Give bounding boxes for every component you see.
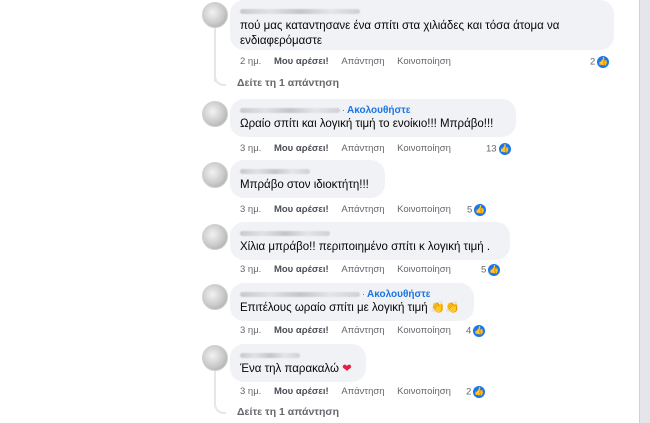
reaction-number: 13	[486, 143, 497, 155]
comment-actions: 3 ημ. Μου αρέσει! Απάντηση Κοινοποίηση	[240, 203, 451, 217]
reply-button[interactable]: Απάντηση	[341, 203, 384, 217]
follow-link[interactable]: Ακολουθήστε	[367, 289, 431, 300]
like-icon: 👍	[487, 263, 502, 277]
like-button[interactable]: Μου αρέσει!	[274, 263, 329, 277]
comment-text: Χίλια μπράβο!! περιποιημένο σπίτι κ λογι…	[240, 241, 491, 253]
reply-button[interactable]: Απάντηση	[341, 55, 384, 69]
separator-dot: ·	[362, 289, 365, 299]
share-button[interactable]: Κοινοποίηση	[397, 324, 451, 338]
comment-bubble: Μπράβο στον ιδιοκτήτη!!!	[230, 160, 385, 198]
author-name[interactable]	[240, 5, 604, 18]
comment-actions: 3 ημ. Μου αρέσει! Απάντηση Κοινοποίηση	[240, 385, 451, 399]
like-icon: 👍	[497, 142, 512, 156]
comment-bubble: · Ακολουθήστε Επιτέλους ωραίο σπίτι με λο…	[230, 283, 474, 321]
comment-time[interactable]: 3 ημ.	[240, 203, 261, 217]
like-button[interactable]: Μου αρέσει!	[274, 203, 329, 217]
comment-time[interactable]: 3 ημ.	[240, 142, 261, 156]
like-button[interactable]: Μου αρέσει!	[274, 324, 329, 338]
comment-actions: 3 ημ. Μου αρέσει! Απάντηση Κοινοποίηση	[240, 263, 451, 277]
author-name[interactable]	[240, 165, 375, 178]
like-button[interactable]: Μου αρέσει!	[274, 55, 329, 69]
author-name-blurred[interactable]	[240, 291, 360, 297]
reaction-number: 5	[467, 204, 473, 216]
heart-icon: ❤	[342, 363, 352, 375]
like-button[interactable]: Μου αρέσει!	[274, 142, 329, 156]
like-icon: 👍	[596, 55, 611, 69]
comment-text: Ένα τηλ παρακαλώ ❤	[240, 362, 356, 377]
reply-button[interactable]: Απάντηση	[341, 324, 384, 338]
reaction-count[interactable]: 13 👍	[486, 142, 512, 156]
reaction-number: 5	[481, 264, 487, 276]
author-name[interactable]	[240, 349, 356, 362]
share-button[interactable]: Κοινοποίηση	[397, 142, 451, 156]
comment-bubble: πού μας καταντησανε ένα σπίτι στα χιλιάδ…	[230, 0, 614, 50]
view-replies-link[interactable]: Δείτε τη 1 απάντηση	[237, 406, 339, 418]
reaction-number: 4	[466, 325, 472, 337]
reaction-count[interactable]: 2 👍	[466, 385, 487, 399]
thread-connector	[214, 72, 226, 86]
comment-actions: 2 ημ. Μου αρέσει! Απάντηση Κοινοποίηση	[240, 55, 451, 69]
avatar[interactable]	[202, 101, 228, 127]
comment-bubble: Ένα τηλ παρακαλώ ❤	[230, 344, 366, 382]
reaction-count[interactable]: 5 👍	[481, 263, 502, 277]
like-icon: 👍	[472, 324, 487, 338]
author-name: · Ακολουθήστε	[240, 104, 506, 117]
like-button[interactable]: Μου αρέσει!	[274, 385, 329, 399]
comment-bubble: · Ακολουθήστε Ωραίο σπίτι και λογική τιμή…	[230, 99, 516, 137]
comment-time[interactable]: 3 ημ.	[240, 263, 261, 277]
reaction-count[interactable]: 2 👍	[590, 55, 611, 69]
comment-time[interactable]: 3 ημ.	[240, 324, 261, 338]
thread-connector	[214, 396, 226, 414]
avatar[interactable]	[202, 162, 228, 188]
comment-text: πού μας καταντησανε ένα σπίτι στα χιλιάδ…	[240, 20, 560, 47]
comment-bubble: Χίλια μπράβο!! περιποιημένο σπίτι κ λογι…	[230, 222, 510, 260]
author-name-blurred[interactable]	[240, 107, 340, 113]
comment-text: Μπράβο στον ιδιοκτήτη!!!	[240, 179, 369, 191]
comment-text: Ωραίο σπίτι και λογική τιμή το ενοίκιο!!…	[240, 118, 494, 130]
reaction-number: 2	[590, 56, 596, 68]
share-button[interactable]: Κοινοποίηση	[397, 203, 451, 217]
view-replies-link[interactable]: Δείτε τη 1 απάντηση	[237, 77, 339, 89]
like-icon: 👍	[472, 385, 487, 399]
share-button[interactable]: Κοινοποίηση	[397, 263, 451, 277]
avatar[interactable]	[202, 345, 228, 371]
reply-button[interactable]: Απάντηση	[341, 142, 384, 156]
separator-dot: ·	[342, 105, 345, 115]
share-button[interactable]: Κοινοποίηση	[397, 55, 451, 69]
reaction-count[interactable]: 4 👍	[466, 324, 487, 338]
reaction-count[interactable]: 5 👍	[467, 203, 488, 217]
follow-link[interactable]: Ακολουθήστε	[347, 105, 411, 116]
avatar[interactable]	[202, 284, 228, 310]
comment-text: Επιτέλους ωραίο σπίτι με λογική τιμή 👏👏	[240, 301, 464, 316]
comment-time[interactable]: 2 ημ.	[240, 55, 261, 69]
reply-button[interactable]: Απάντηση	[341, 263, 384, 277]
reaction-number: 2	[466, 386, 472, 398]
share-button[interactable]: Κοινοποίηση	[397, 385, 451, 399]
comment-actions: 3 ημ. Μου αρέσει! Απάντηση Κοινοποίηση	[240, 324, 451, 338]
author-name[interactable]	[240, 227, 500, 240]
avatar[interactable]	[202, 224, 228, 250]
comment-text-body: Ένα τηλ παρακαλώ	[240, 363, 339, 375]
avatar[interactable]	[202, 2, 228, 28]
reply-button[interactable]: Απάντηση	[341, 385, 384, 399]
clapping-emoji-icon: 👏👏	[430, 302, 460, 314]
comment-actions: 3 ημ. Μου αρέσει! Απάντηση Κοινοποίηση	[240, 142, 451, 156]
author-name: · Ακολουθήστε	[240, 288, 464, 301]
like-icon: 👍	[473, 203, 488, 217]
scrollbar[interactable]	[640, 0, 650, 423]
comment-time[interactable]: 3 ημ.	[240, 385, 261, 399]
comment-text-body: Επιτέλους ωραίο σπίτι με λογική τιμή	[240, 302, 428, 314]
